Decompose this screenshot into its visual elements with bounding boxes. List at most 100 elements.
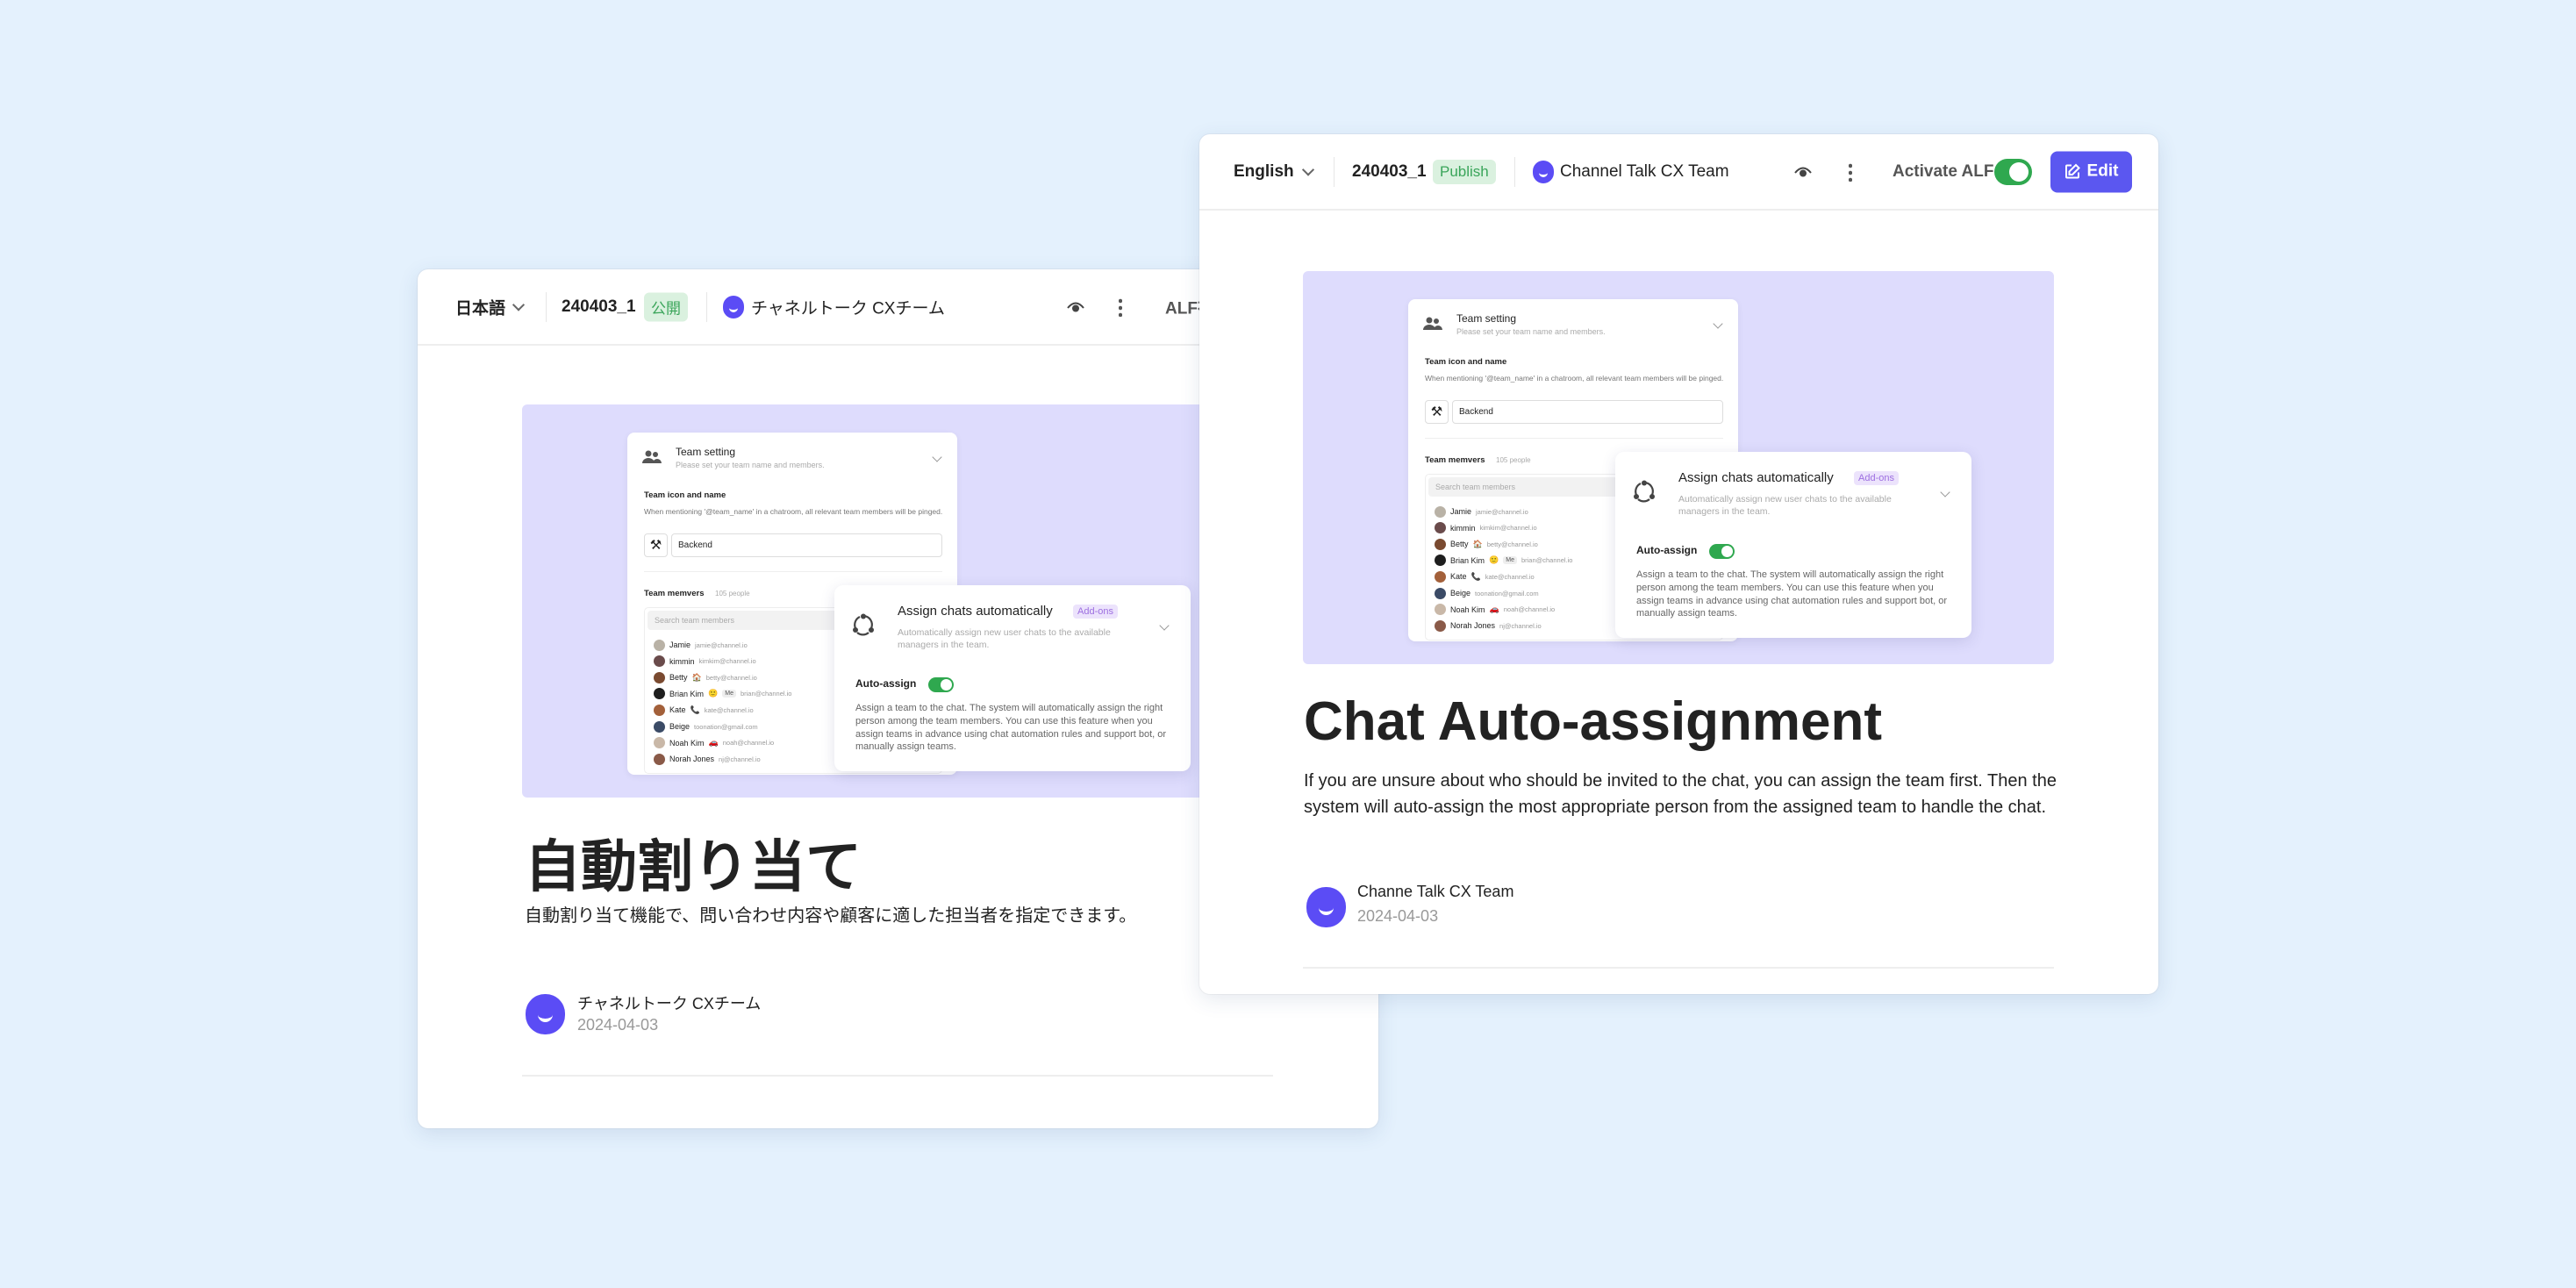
member-row[interactable]: Jamie jamie@channel.io	[1435, 504, 1528, 519]
activate-alf-toggle[interactable]	[1994, 158, 2032, 185]
member-avatar	[654, 753, 665, 765]
member-email: jamie@channel.io	[1476, 507, 1528, 516]
eye-icon[interactable]	[1794, 166, 1812, 178]
author-avatar	[1306, 887, 1346, 927]
member-name: Jamie	[1450, 507, 1472, 516]
team-name-input[interactable]: Backend	[671, 533, 942, 557]
status-badge: Publish	[1433, 159, 1496, 184]
member-row[interactable]: Noah Kim 🚗 noah@channel.io	[1435, 603, 1555, 617]
member-email: jamie@channel.io	[695, 640, 748, 649]
member-row[interactable]: kimmin kimkim@channel.io	[654, 655, 756, 669]
member-name: Beige	[669, 722, 691, 731]
members-label: Team memvers	[644, 589, 705, 598]
team-name-input[interactable]: Backend	[1452, 400, 1723, 424]
member-name: Brian Kim	[669, 689, 705, 698]
author-avatar	[526, 994, 565, 1034]
divider	[706, 291, 707, 322]
article-card-english: English 240403_1 Publish Channel Talk CX…	[1199, 134, 2158, 994]
channel-logo-icon	[723, 295, 744, 318]
divider	[546, 291, 547, 322]
member-avatar	[654, 671, 665, 683]
auto-assign-toggle[interactable]	[928, 677, 954, 692]
divider	[1334, 156, 1335, 187]
member-name: Kate	[1450, 572, 1467, 582]
member-row[interactable]: Norah Jones nj@channel.io	[654, 752, 761, 766]
member-avatar	[1435, 619, 1446, 632]
article-description: If you are unsure about who should be in…	[1304, 771, 2057, 817]
member-email: kate@channel.io	[1485, 572, 1535, 581]
member-email: kimkim@channel.io	[1479, 524, 1537, 533]
chevron-down-icon[interactable]	[512, 297, 526, 311]
team-icon-picker[interactable]: ⚒	[644, 533, 668, 557]
edit-button[interactable]: Edit	[2050, 151, 2132, 192]
author-name: チャネルトーク CXチーム	[577, 995, 762, 1013]
member-avatar	[654, 704, 665, 716]
member-email: kate@channel.io	[704, 705, 754, 714]
member-email: betty@channel.io	[1486, 540, 1538, 548]
team-name: チャネルトーク CXチーム	[751, 299, 945, 318]
member-name: Betty	[669, 673, 688, 683]
channel-logo-icon	[1533, 160, 1554, 183]
more-options-icon[interactable]	[1119, 297, 1122, 317]
member-status-emoji: 📞	[690, 705, 700, 714]
divider	[1514, 156, 1515, 187]
member-row[interactable]: Brian Kim 🙂 Me brian@channel.io	[654, 687, 791, 701]
member-name: Brian Kim	[1450, 555, 1485, 565]
member-avatar	[1435, 522, 1446, 534]
section-description: When mentioning '@team_name' in a chatro…	[644, 507, 943, 516]
member-row[interactable]: Betty 🏠 betty@channel.io	[654, 670, 757, 684]
me-tag: Me	[1503, 556, 1517, 565]
member-email: toonation@gmail.com	[1475, 589, 1539, 597]
chevron-down-icon[interactable]	[1713, 318, 1723, 329]
chevron-down-icon[interactable]	[1159, 620, 1170, 631]
member-status-emoji: 🏠	[691, 672, 702, 682]
member-row[interactable]: Beige toonation@gmail.com	[1435, 586, 1539, 600]
auto-assign-toggle[interactable]	[1709, 544, 1735, 559]
panel-subtitle: Please set your team name and members.	[676, 461, 825, 469]
member-status-emoji: 📞	[1470, 571, 1481, 581]
publish-date: 2024-04-03	[577, 1016, 659, 1034]
member-avatar	[1435, 570, 1446, 583]
member-row[interactable]: Norah Jones nj@channel.io	[1435, 619, 1542, 633]
more-options-icon[interactable]	[1849, 161, 1852, 182]
member-name: kimmin	[1450, 523, 1476, 533]
member-name: Betty	[1450, 540, 1469, 549]
member-row[interactable]: kimmin kimkim@channel.io	[1435, 521, 1537, 535]
chevron-down-icon[interactable]	[932, 452, 942, 462]
status-badge: 公開	[644, 292, 688, 321]
member-row[interactable]: Noah Kim 🚗 noah@channel.io	[654, 736, 774, 750]
member-avatar	[654, 720, 665, 733]
member-row[interactable]: Beige toonation@gmail.com	[654, 719, 758, 733]
member-status-emoji: 🙂	[1489, 555, 1499, 565]
auto-assign-icon	[1634, 480, 1655, 503]
member-row[interactable]: Kate 📞 kate@channel.io	[1435, 569, 1535, 583]
member-name: Beige	[1450, 589, 1471, 597]
member-row[interactable]: Kate 📞 kate@channel.io	[654, 703, 754, 717]
team-icon	[1423, 317, 1442, 330]
author-name: Channe Talk CX Team	[1357, 883, 1514, 900]
version-label: 240403_1	[562, 297, 636, 316]
assign-chats-panel: Assign chats automatically Add-ons Autom…	[834, 585, 1191, 771]
member-row[interactable]: Jamie jamie@channel.io	[654, 638, 748, 652]
member-status-emoji: 🏠	[1472, 539, 1483, 548]
language-selector[interactable]: 日本語	[455, 295, 505, 318]
chevron-down-icon[interactable]	[1301, 162, 1315, 176]
eye-icon[interactable]	[1067, 301, 1084, 313]
assign-chats-panel: Assign chats automatically Add-ons Autom…	[1615, 452, 1971, 638]
chevron-down-icon[interactable]	[1940, 487, 1950, 497]
article-header: English 240403_1 Publish Channel Talk CX…	[1199, 134, 2158, 211]
member-row[interactable]: Betty 🏠 betty@channel.io	[1435, 537, 1538, 551]
language-selector[interactable]: English	[1234, 162, 1294, 182]
member-row[interactable]: Brian Kim 🙂 Me brian@channel.io	[1435, 554, 1572, 568]
member-avatar	[1435, 604, 1446, 616]
team-icon-picker[interactable]: ⚒	[1425, 400, 1449, 424]
member-avatar	[654, 688, 665, 700]
panel-subtitle: Please set your team name and members.	[1456, 327, 1606, 336]
panel-title: Assign chats automatically	[898, 604, 1053, 619]
auto-assign-icon	[853, 613, 874, 636]
add-ons-badge: Add-ons	[1854, 471, 1899, 485]
member-email: toonation@gmail.com	[694, 722, 758, 731]
member-email: kimkim@channel.io	[698, 657, 756, 666]
member-email: brian@channel.io	[740, 690, 792, 698]
members-count: 105 people	[1496, 456, 1531, 464]
